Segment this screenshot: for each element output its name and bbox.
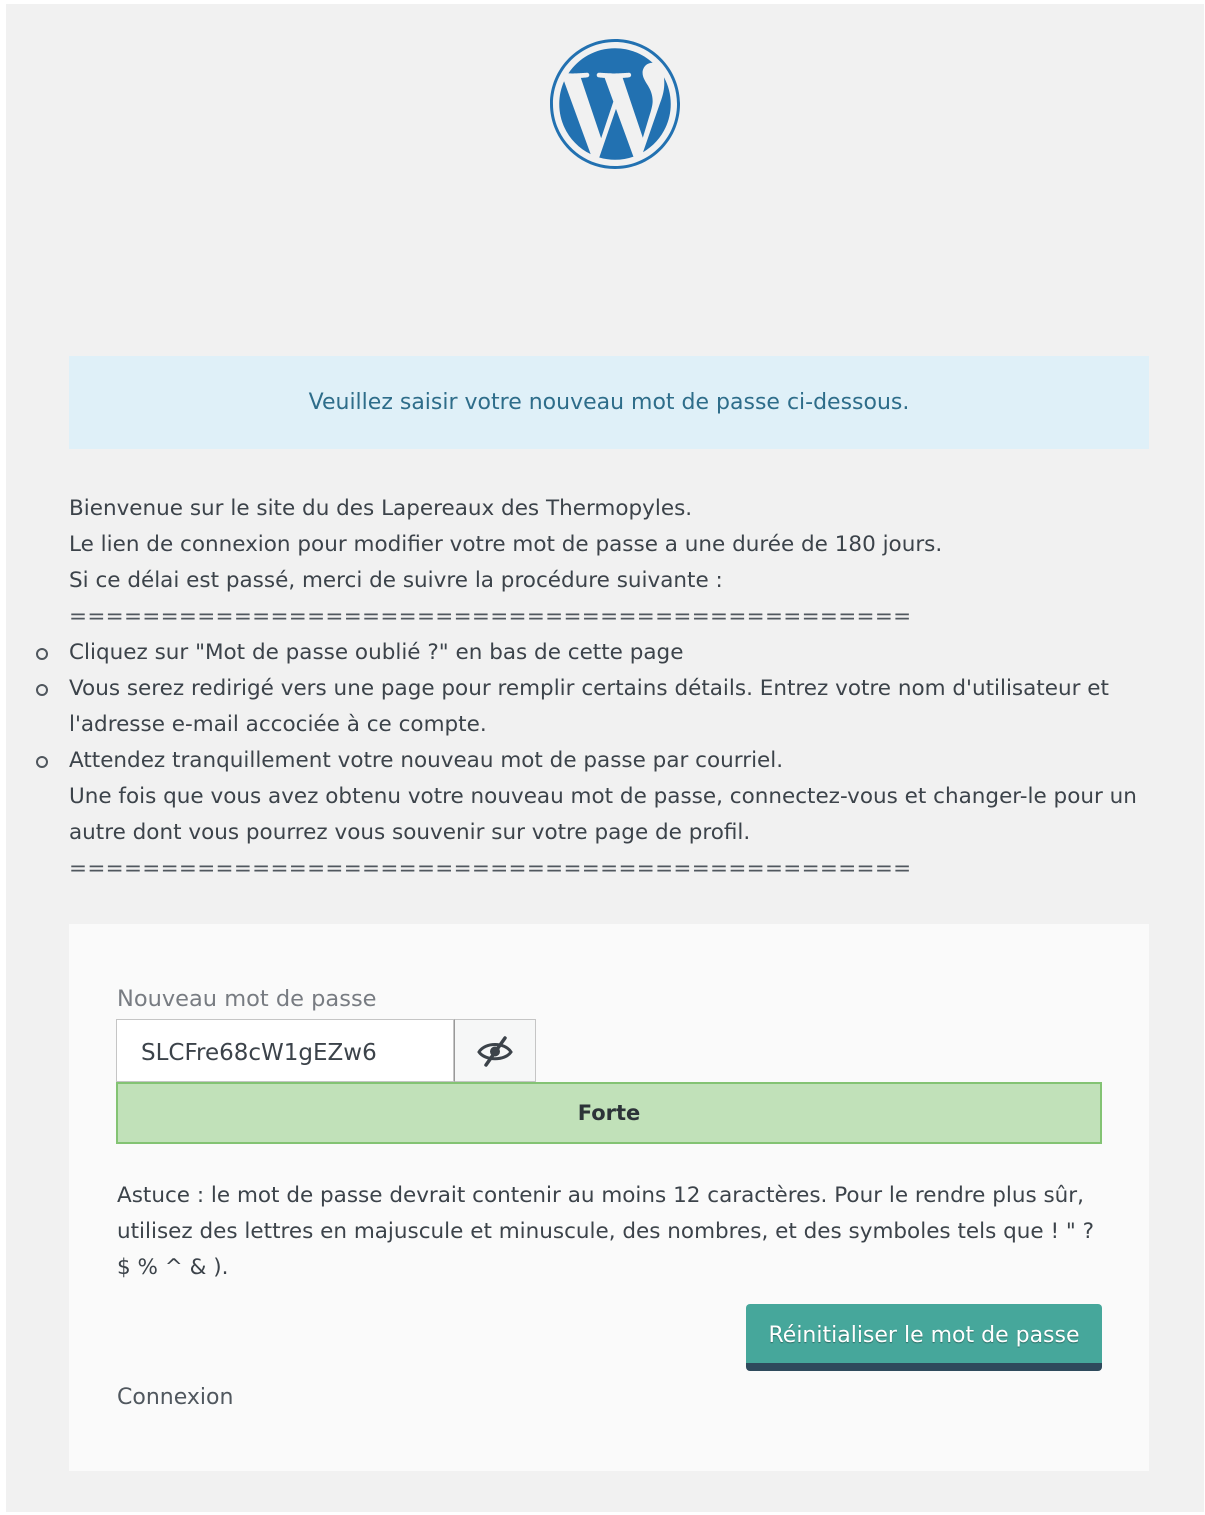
list-item: Vous serez redirigé vers une page pour r…: [36, 671, 1149, 743]
step-text: Attendez tranquillement votre nouveau mo…: [69, 748, 784, 773]
separator: ========================================…: [69, 604, 909, 629]
separator: ========================================…: [69, 856, 909, 881]
info-line: Bienvenue sur le site du des Lapereaux d…: [69, 496, 693, 521]
info-line: Une fois que vous avez obtenu votre nouv…: [69, 784, 1137, 845]
info-text: Bienvenue sur le site du des Lapereaux d…: [36, 491, 1149, 887]
list-item: Attendez tranquillement votre nouveau mo…: [36, 743, 1149, 779]
wordpress-logo-icon[interactable]: [550, 39, 680, 169]
reset-password-form: Nouveau mot de passe SLCFre68cW1gEZw6 Fo…: [69, 924, 1149, 1471]
list-item: Cliquez sur "Mot de passe oublié ?" en b…: [36, 635, 1149, 671]
password-hint: Astuce : le mot de passe devrait conteni…: [117, 1183, 1095, 1280]
info-line: Si ce délai est passé, merci de suivre l…: [69, 568, 723, 593]
login-link[interactable]: Connexion: [117, 1385, 233, 1410]
info-line: Le lien de connexion pour modifier votre…: [69, 532, 943, 557]
circle-bullet-icon: [36, 648, 48, 660]
steps-list: Cliquez sur "Mot de passe oublié ?" en b…: [36, 635, 1149, 779]
password-label: Nouveau mot de passe: [117, 986, 377, 1012]
login-page: Veuillez saisir votre nouveau mot de pas…: [6, 4, 1204, 1512]
step-text: Vous serez redirigé vers une page pour r…: [69, 676, 1109, 737]
reset-message: Veuillez saisir votre nouveau mot de pas…: [69, 356, 1149, 449]
circle-bullet-icon: [36, 756, 48, 768]
toggle-password-button[interactable]: [454, 1019, 536, 1082]
hidden-eye-icon: [477, 1035, 513, 1067]
new-password-input[interactable]: SLCFre68cW1gEZw6: [116, 1019, 454, 1082]
reset-password-button[interactable]: Réinitialiser le mot de passe: [746, 1304, 1102, 1371]
step-text: Cliquez sur "Mot de passe oublié ?" en b…: [69, 640, 684, 665]
circle-bullet-icon: [36, 684, 48, 696]
password-strength-meter: Forte: [116, 1082, 1102, 1144]
